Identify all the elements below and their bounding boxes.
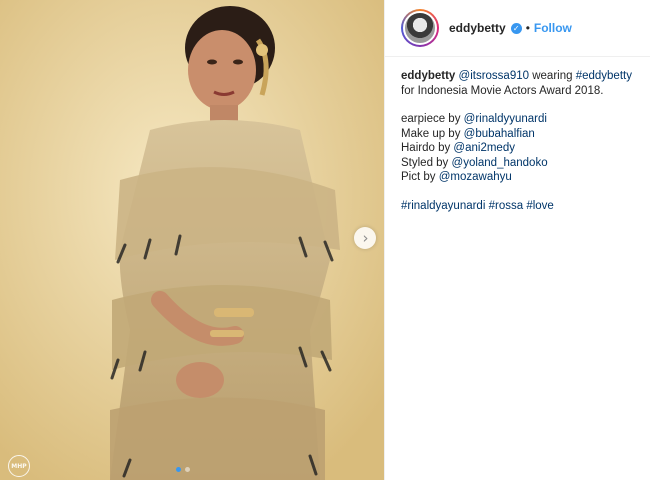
carousel-indicator bbox=[176, 467, 190, 472]
carousel-dot-active bbox=[176, 467, 181, 472]
avatar[interactable] bbox=[403, 11, 437, 45]
hashtag-link[interactable]: #eddybetty bbox=[576, 70, 632, 82]
next-image-button[interactable]: › bbox=[354, 227, 376, 249]
post-photo[interactable]: › MHP bbox=[0, 0, 384, 480]
post-caption: eddybetty @itsrossa910 wearing #eddybett… bbox=[385, 57, 650, 213]
credit-handle-link[interactable]: @mozawahyu bbox=[439, 171, 512, 183]
caption-text: wearing bbox=[532, 70, 573, 82]
hashtag-link[interactable]: #rinaldyayunardi bbox=[401, 200, 485, 212]
mention-link[interactable]: @itsrossa910 bbox=[459, 70, 529, 82]
post-header: eddybetty ✓ • Follow bbox=[385, 0, 650, 57]
avatar-story-ring[interactable] bbox=[401, 9, 439, 47]
credit-line: Hairdo by @ani2medy bbox=[401, 141, 636, 156]
credit-line: earpiece by @rinaldyyunardi bbox=[401, 112, 636, 127]
credit-line: Make up by @bubahalfian bbox=[401, 127, 636, 142]
caption-text: for Indonesia Movie Actors Award 2018. bbox=[401, 84, 604, 97]
follow-button[interactable]: Follow bbox=[534, 21, 572, 35]
chevron-right-icon: › bbox=[362, 228, 369, 247]
credits-block: earpiece by @rinaldyyunardi Make up by @… bbox=[401, 112, 636, 185]
credit-line: Styled by @yoland_handoko bbox=[401, 156, 636, 171]
instagram-post: › MHP eddybetty ✓ • Follow eddybetty @it… bbox=[0, 0, 650, 480]
credit-label: Styled by bbox=[401, 156, 449, 169]
post-side-panel: eddybetty ✓ • Follow eddybetty @itsrossa… bbox=[384, 0, 650, 480]
credit-line: Pict by @mozawahyu bbox=[401, 170, 636, 185]
credit-handle-link[interactable]: @bubahalfian bbox=[464, 128, 535, 140]
carousel-dot bbox=[185, 467, 190, 472]
caption-intro: eddybetty @itsrossa910 wearing #eddybett… bbox=[401, 69, 636, 98]
verified-badge-icon: ✓ bbox=[510, 22, 522, 34]
credit-label: Make up by bbox=[401, 127, 461, 140]
author-username[interactable]: eddybetty bbox=[449, 21, 506, 35]
hashtag-link[interactable]: #rossa bbox=[489, 200, 524, 212]
credit-handle-link[interactable]: @ani2medy bbox=[453, 142, 515, 154]
hashtag-link[interactable]: #love bbox=[526, 200, 554, 212]
hashtags-block: #rinaldyayunardi #rossa #love bbox=[401, 199, 636, 214]
credit-label: Hairdo by bbox=[401, 142, 451, 154]
header-separator: • bbox=[525, 21, 530, 35]
photo-illustration bbox=[0, 0, 384, 480]
watermark-logo: MHP bbox=[8, 455, 30, 477]
credit-handle-link[interactable]: @rinaldyyunardi bbox=[464, 113, 547, 125]
credit-label: earpiece by bbox=[401, 113, 461, 125]
credit-handle-link[interactable]: @yoland_handoko bbox=[452, 157, 548, 169]
credit-label: Pict by bbox=[401, 171, 436, 183]
caption-author[interactable]: eddybetty bbox=[401, 70, 455, 82]
